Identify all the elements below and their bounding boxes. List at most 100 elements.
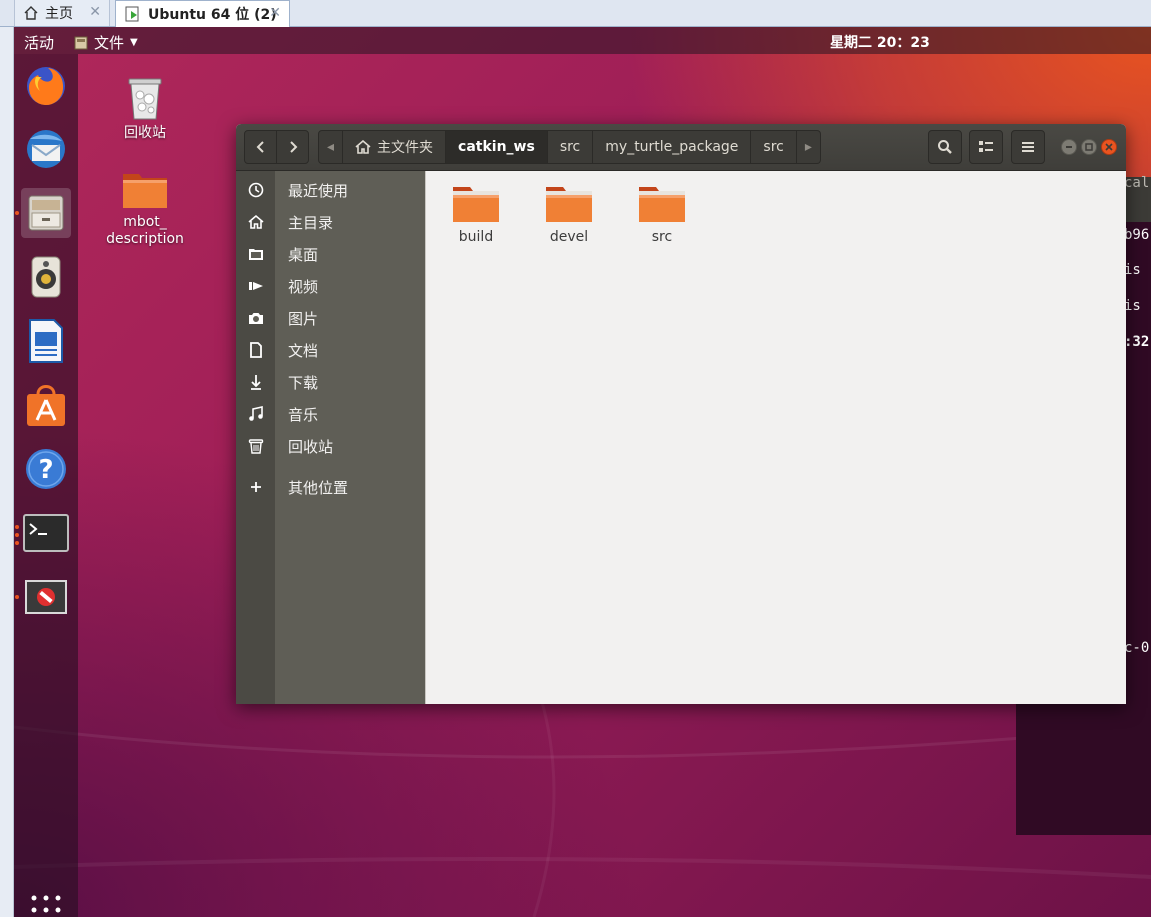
sidebar-item-music[interactable]: 音乐 [236, 398, 425, 430]
view-toggle-button[interactable] [969, 130, 1003, 164]
path-crumb-home[interactable]: 主文件夹 [343, 130, 447, 164]
close-button[interactable] [1101, 139, 1117, 155]
blocked-app-icon [25, 580, 67, 614]
folder-icon [639, 187, 685, 222]
path-bar: ◂ 主文件夹 catkin_ws src my_turtle_package s… [318, 130, 821, 164]
chevron-left-icon [256, 141, 264, 153]
sidebar-item-label: 其他位置 [288, 478, 349, 497]
host-tab-vm[interactable]: Ubuntu 64 位 (2) ✕ [115, 0, 290, 27]
writer-icon [29, 319, 63, 363]
path-scroll-right[interactable]: ▸ [796, 130, 821, 164]
sidebar-item-downloads[interactable]: 下载 [236, 366, 425, 398]
thunderbird-icon [27, 130, 65, 168]
chevron-right-icon [289, 141, 297, 153]
svg-text:?: ? [38, 455, 53, 485]
dock-files[interactable] [21, 188, 71, 238]
desktop-icon-mbot-description[interactable]: mbot_ description [95, 170, 195, 248]
file-view: build devel src [425, 171, 1126, 704]
back-button[interactable] [244, 130, 277, 164]
sidebar-item-videos[interactable]: 视频 [236, 270, 425, 302]
sidebar-item-label: 音乐 [288, 405, 319, 424]
files-app-icon [74, 36, 88, 49]
dock: ? [14, 54, 78, 917]
sidebar-item-desktop[interactable]: 桌面 [236, 238, 425, 270]
path-crumb-label: my_turtle_package [605, 139, 739, 155]
dock-writer[interactable] [21, 316, 71, 366]
maximize-button[interactable] [1081, 139, 1097, 155]
sidebar-item-label: 下载 [288, 373, 319, 392]
path-crumb-src[interactable]: src [547, 130, 594, 164]
terminal-text: is [1124, 262, 1141, 278]
forward-button[interactable] [276, 130, 309, 164]
running-indicator [15, 525, 19, 529]
show-applications-icon[interactable] [30, 894, 62, 917]
terminal-text: is [1124, 298, 1141, 314]
terminal-text: cal [1124, 175, 1150, 191]
path-crumb-src[interactable]: src [751, 130, 797, 164]
desktop-icon-label: 回收站 [124, 125, 166, 141]
app-menu[interactable]: 文件 ▼ [74, 32, 138, 53]
sidebar-item-documents[interactable]: 文档 [236, 334, 425, 366]
host-tab-vm-label: Ubuntu 64 位 (2) [148, 7, 277, 23]
video-icon [249, 282, 263, 290]
search-button[interactable] [928, 130, 962, 164]
desktop-icon-label: mbot_ description [106, 214, 184, 247]
vm-icon [125, 6, 139, 22]
folder-icon [123, 174, 167, 208]
home-icon [355, 140, 371, 154]
dock-terminal[interactable] [21, 508, 71, 558]
desktop-icon-trash[interactable]: 回收站 [95, 73, 195, 142]
sidebar-item-home[interactable]: 主目录 [236, 206, 425, 238]
dock-firefox[interactable] [21, 60, 71, 110]
path-crumb-catkin-ws[interactable]: catkin_ws [446, 130, 548, 164]
path-crumb-label: catkin_ws [458, 139, 535, 155]
sidebar-item-recent[interactable]: 最近使用 [236, 174, 425, 206]
close-icon[interactable]: ✕ [89, 4, 101, 20]
dock-blocked-app[interactable] [21, 572, 71, 622]
activities-button[interactable]: 活动 [24, 32, 54, 53]
terminal-icon [23, 514, 69, 552]
folder-item-devel[interactable]: devel [531, 183, 607, 245]
dock-rhythmbox[interactable] [21, 252, 71, 302]
menu-button[interactable] [1011, 130, 1045, 164]
running-indicator [15, 595, 19, 599]
folder-icon [453, 187, 499, 222]
host-tab-home-label: 主页 [45, 6, 73, 22]
search-icon [938, 140, 952, 154]
host-tab-bar: 主页 ✕ Ubuntu 64 位 (2) ✕ [0, 0, 1151, 27]
dock-thunderbird[interactable] [21, 124, 71, 174]
plus-icon [251, 482, 261, 492]
places-sidebar: 最近使用 主目录 桌面 视频 图片 文档 下载 音乐 回收站 其他位置 [236, 171, 425, 704]
path-crumb-label: src [763, 139, 784, 155]
folder-label: build [458, 229, 494, 245]
dock-help[interactable]: ? [21, 444, 71, 494]
folder-item-src[interactable]: src [624, 183, 700, 245]
terminal-text: :32 [1124, 334, 1150, 350]
hamburger-icon [1022, 142, 1034, 152]
sidebar-item-pictures[interactable]: 图片 [236, 302, 425, 334]
clock[interactable]: 星期二 20：23 [830, 32, 930, 52]
terminal-text: c-0 [1124, 640, 1150, 656]
folder-label: src [651, 229, 673, 245]
rhythmbox-icon [31, 256, 61, 298]
path-crumb-my-turtle-package[interactable]: my_turtle_package [593, 130, 752, 164]
folder-item-build[interactable]: build [438, 183, 514, 245]
trash-icon [248, 439, 264, 454]
folder-icon [546, 187, 592, 222]
header-bar: ◂ 主文件夹 catkin_ws src my_turtle_package s… [236, 124, 1126, 171]
minimize-button[interactable] [1061, 139, 1077, 155]
sidebar-item-trash[interactable]: 回收站 [236, 430, 425, 462]
desktop-folder-icon [249, 249, 263, 260]
folder-label: devel [549, 229, 589, 245]
sidebar-item-other-locations[interactable]: 其他位置 [236, 471, 425, 503]
host-tab-home[interactable]: 主页 ✕ [14, 0, 110, 26]
sidebar-item-label: 桌面 [288, 245, 319, 264]
dock-software[interactable] [21, 380, 71, 430]
music-icon [249, 406, 263, 421]
close-icon[interactable]: ✕ [269, 5, 281, 21]
host-side-strip [0, 27, 14, 917]
sidebar-item-label: 图片 [288, 309, 319, 328]
sidebar-item-label: 最近使用 [288, 181, 349, 200]
gnome-top-bar: 活动 文件 ▼ 星期二 20：23 [14, 27, 1151, 54]
path-scroll-left[interactable]: ◂ [318, 130, 344, 164]
